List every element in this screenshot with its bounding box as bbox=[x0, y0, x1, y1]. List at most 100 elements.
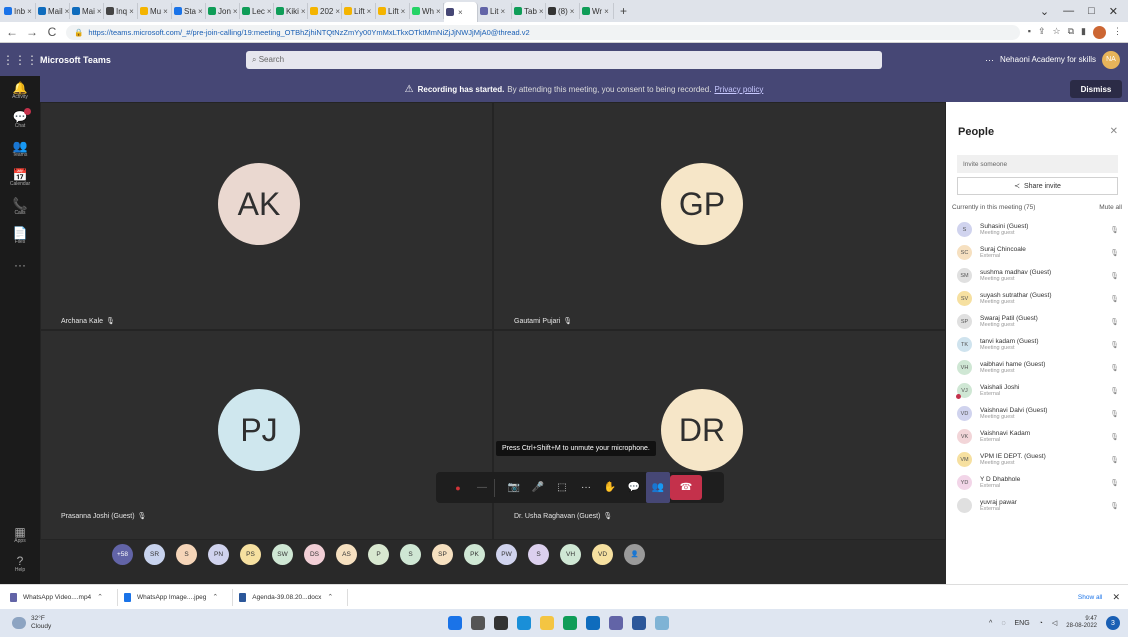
participant-tile[interactable]: PJ Prasanna Joshi (Guest) 🎙 bbox=[40, 330, 493, 540]
participant-avatar[interactable]: PN bbox=[208, 543, 229, 565]
tab-close-icon[interactable]: × bbox=[539, 7, 544, 16]
participant-avatar[interactable]: VD bbox=[592, 543, 613, 565]
tab-close-icon[interactable]: × bbox=[301, 7, 306, 16]
mute-all-button[interactable]: Mute all bbox=[1099, 204, 1122, 211]
browser-tab[interactable]: Lit × bbox=[478, 3, 512, 19]
participant-row[interactable]: VJ Vaishali Joshi External 🎙 bbox=[946, 379, 1128, 402]
tab-close-icon[interactable]: × bbox=[367, 7, 372, 16]
browser-tab[interactable]: Wh × bbox=[410, 3, 444, 19]
browser-tab[interactable]: Kiki × bbox=[274, 3, 308, 19]
sidepanel-icon[interactable]: ▮ bbox=[1081, 26, 1086, 39]
camera-button[interactable]: 📷 bbox=[502, 472, 526, 503]
wifi-icon[interactable]: ◔ bbox=[1039, 620, 1043, 627]
participant-row[interactable]: SM sushma madhav (Guest) Meeting guest 🎙 bbox=[946, 264, 1128, 287]
language-indicator[interactable]: ENG bbox=[1015, 620, 1030, 627]
tab-close-icon[interactable]: × bbox=[97, 7, 102, 16]
participant-avatar[interactable]: P bbox=[368, 543, 389, 565]
extension-icon[interactable]: ▪ bbox=[1028, 26, 1031, 39]
participant-row[interactable]: VH vaibhavi hame (Guest) Meeting guest 🎙 bbox=[946, 356, 1128, 379]
browser-tab[interactable]: Jon × bbox=[206, 3, 240, 19]
close-icon[interactable]: ✕ bbox=[1112, 592, 1128, 603]
menu-icon[interactable]: ⋮ bbox=[1113, 26, 1122, 39]
participant-avatar[interactable]: PW bbox=[496, 543, 517, 565]
browser-tab[interactable]: Mu × bbox=[138, 3, 172, 19]
volume-icon[interactable]: ◁ bbox=[1052, 619, 1057, 627]
browser-tab[interactable]: Wr × bbox=[580, 3, 614, 19]
participant-row[interactable]: VK Vaishnavi Kadam External 🎙 bbox=[946, 425, 1128, 448]
chevron-up-icon[interactable]: ⌃ bbox=[212, 593, 218, 601]
browser-tab[interactable]: Tab × bbox=[512, 3, 546, 19]
puzzle-icon[interactable]: ⧉ bbox=[1068, 26, 1074, 39]
app-launcher-icon[interactable]: ⋮⋮⋮ bbox=[0, 53, 40, 67]
participant-row[interactable]: SV suyash sutrathar (Guest) Meeting guest 🎙 bbox=[946, 287, 1128, 310]
participant-avatar[interactable]: S bbox=[528, 543, 549, 565]
browser-tab[interactable]: Lift × bbox=[376, 3, 410, 19]
rail-item-apps[interactable]: ▦ Apps bbox=[0, 520, 40, 549]
privacy-policy-link[interactable]: Privacy policy bbox=[714, 85, 763, 94]
download-item[interactable]: Agenda-39.08.20...docx ⌃ bbox=[239, 588, 349, 606]
participant-row[interactable]: yuvraj pawar External 🎙 bbox=[946, 494, 1128, 517]
rail-item-activity[interactable]: 🔔 Activity bbox=[0, 76, 40, 105]
browser-tab[interactable]: (8) × bbox=[546, 3, 580, 19]
browser-tab[interactable]: 202 × bbox=[308, 3, 342, 19]
rail-item-files[interactable]: 📄 Files bbox=[0, 221, 40, 250]
rail-item-help[interactable]: ? Help bbox=[0, 549, 40, 578]
rail-item-chat[interactable]: 💬 Chat bbox=[0, 105, 40, 134]
chevron-up-icon[interactable]: ^ bbox=[989, 620, 992, 627]
tab-close-icon[interactable]: × bbox=[65, 7, 69, 16]
participant-avatar[interactable]: SP bbox=[432, 543, 453, 565]
tab-close-icon[interactable]: × bbox=[401, 7, 406, 16]
more-options-icon[interactable]: ··· bbox=[985, 55, 994, 65]
tab-close-icon[interactable]: × bbox=[604, 7, 609, 16]
browser-tab[interactable]: Mail × bbox=[36, 3, 70, 19]
share-invite-button[interactable]: ≺ Share invite bbox=[957, 177, 1118, 195]
rail-item-teams[interactable]: 👥 Teams bbox=[0, 134, 40, 163]
participant-avatar[interactable]: VH bbox=[560, 543, 581, 565]
account-avatar[interactable]: NA bbox=[1102, 50, 1120, 69]
participant-avatar[interactable]: PK bbox=[464, 543, 485, 565]
browser-tab[interactable]: Sta × bbox=[172, 3, 206, 19]
participant-tile[interactable]: DR Dr. Usha Raghavan (Guest) 🎙 bbox=[493, 330, 946, 540]
network-icon[interactable]: ◌ bbox=[1001, 620, 1005, 627]
chrome-icon[interactable] bbox=[563, 616, 577, 630]
url-field[interactable]: 🔒 https://teams.microsoft.com/_#/pre-join… bbox=[66, 24, 1020, 40]
current-count[interactable]: Currently in this meeting (75) bbox=[952, 204, 1035, 211]
forward-button[interactable]: → bbox=[26, 25, 38, 39]
search-icon[interactable] bbox=[471, 616, 485, 630]
participant-row[interactable]: VD Vaishnavi Dalvi (Guest) Meeting guest 🎙 bbox=[946, 402, 1128, 425]
notes-icon[interactable] bbox=[655, 616, 669, 630]
close-icon[interactable]: ✕ bbox=[1110, 126, 1118, 137]
people-button[interactable]: 👥 bbox=[646, 472, 670, 503]
tab-close-icon[interactable]: × bbox=[233, 7, 238, 16]
rail-item-calendar[interactable]: 📅 Calendar bbox=[0, 163, 40, 192]
tab-search-icon[interactable]: ⌄ bbox=[1040, 5, 1049, 18]
account-name[interactable]: Nehaoni Academy for skills bbox=[1000, 55, 1096, 64]
dismiss-button[interactable]: Dismiss bbox=[1070, 80, 1122, 98]
profile-avatar[interactable] bbox=[1093, 25, 1106, 39]
start-icon[interactable] bbox=[448, 616, 462, 630]
browser-tab[interactable]: Inb × bbox=[2, 3, 36, 19]
tab-close-icon[interactable]: × bbox=[267, 7, 272, 16]
teams-icon[interactable] bbox=[609, 616, 623, 630]
tab-close-icon[interactable]: × bbox=[198, 7, 203, 16]
participant-avatar[interactable]: S bbox=[400, 543, 421, 565]
tab-close-icon[interactable]: × bbox=[436, 7, 441, 16]
star-icon[interactable]: ☆ bbox=[1053, 26, 1061, 39]
store-icon[interactable] bbox=[586, 616, 600, 630]
participant-row[interactable]: VM VPM IE DEPT. (Guest) Meeting guest 🎙 bbox=[946, 448, 1128, 471]
participant-row[interactable]: TK tanvi kadam (Guest) Meeting guest 🎙 bbox=[946, 333, 1128, 356]
tab-close-icon[interactable]: × bbox=[163, 7, 168, 16]
clock[interactable]: 9:47 28-08-2022 bbox=[1066, 616, 1097, 630]
chat-button[interactable]: 💬 bbox=[622, 472, 646, 503]
notification-badge[interactable]: 3 bbox=[1106, 616, 1120, 630]
reload-button[interactable]: C bbox=[46, 25, 58, 39]
download-item[interactable]: WhatsApp Image....jpeg ⌃ bbox=[124, 588, 234, 606]
participant-row[interactable]: S Suhasini (Guest) Meeting guest 🎙 bbox=[946, 218, 1128, 241]
edge-icon[interactable] bbox=[517, 616, 531, 630]
mic-button[interactable]: 🎤 bbox=[526, 472, 550, 503]
invite-input[interactable]: Invite someone bbox=[957, 155, 1118, 173]
tab-close-icon[interactable]: × bbox=[458, 8, 463, 17]
participant-row[interactable]: YD Y D Dhabhole External 🎙 bbox=[946, 471, 1128, 494]
share-button[interactable]: ⬚ bbox=[550, 472, 574, 503]
back-button[interactable]: ← bbox=[6, 25, 18, 39]
